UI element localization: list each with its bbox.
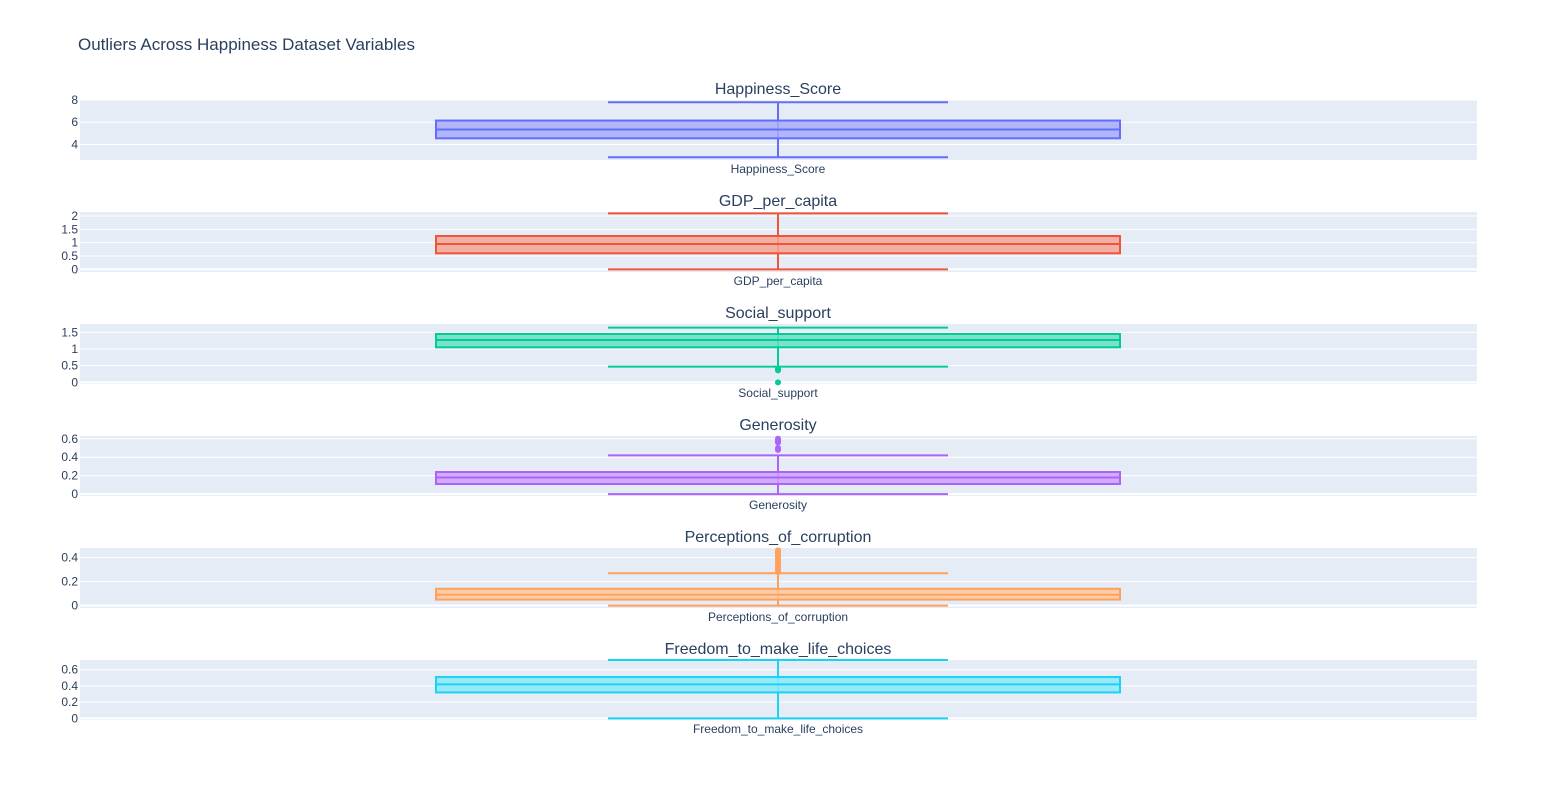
subplot-title: Happiness_Score [715,81,841,98]
x-category-label: GDP_per_capita [734,274,823,288]
chart-title: Outliers Across Happiness Dataset Variab… [78,35,415,54]
y-tick-label: 4 [71,137,78,151]
y-tick-label: 0.2 [61,695,78,709]
y-tick-label: 0.2 [61,469,78,483]
y-tick-label: 0 [71,487,78,501]
y-tick-label: 8 [71,93,78,107]
y-tick-label: 1.5 [61,325,78,339]
y-tick-label: 0.5 [61,359,78,373]
outlier-point [775,547,781,554]
y-tick-label: 0.4 [61,679,78,693]
subplot-title: Perceptions_of_corruption [685,529,872,546]
y-tick-label: 0.6 [61,432,78,446]
y-tick-label: 6 [71,115,78,129]
x-category-label: Freedom_to_make_life_choices [693,722,863,736]
y-tick-label: 0.4 [61,551,78,565]
subplot-title: GDP_per_capita [719,193,837,210]
y-tick-label: 1.5 [61,222,78,236]
outlier-point [775,379,781,386]
y-tick-label: 0 [71,375,78,389]
y-tick-label: 0.6 [61,663,78,677]
outlier-point [775,366,781,372]
y-tick-label: 0 [71,599,78,613]
y-tick-label: 1 [71,342,78,356]
y-tick-label: 0 [71,262,78,276]
outlier-point [775,445,781,451]
x-category-label: Perceptions_of_corruption [708,610,848,624]
y-tick-label: 0.5 [61,249,78,263]
boxplot-figure: Outliers Across Happiness Dataset Variab… [0,0,1557,800]
x-category-label: Generosity [749,498,807,512]
x-category-label: Social_support [738,386,818,400]
subplot-title: Freedom_to_make_life_choices [665,641,892,658]
y-tick-label: 0.4 [61,450,78,464]
y-tick-label: 2 [71,209,78,223]
subplot-title: Social_support [725,305,831,322]
subplot-title: Generosity [739,417,816,434]
y-tick-label: 0 [71,711,78,725]
y-tick-label: 0.2 [61,575,78,589]
outlier-point [775,435,781,442]
x-category-label: Happiness_Score [731,162,826,176]
y-tick-label: 1 [71,236,78,250]
